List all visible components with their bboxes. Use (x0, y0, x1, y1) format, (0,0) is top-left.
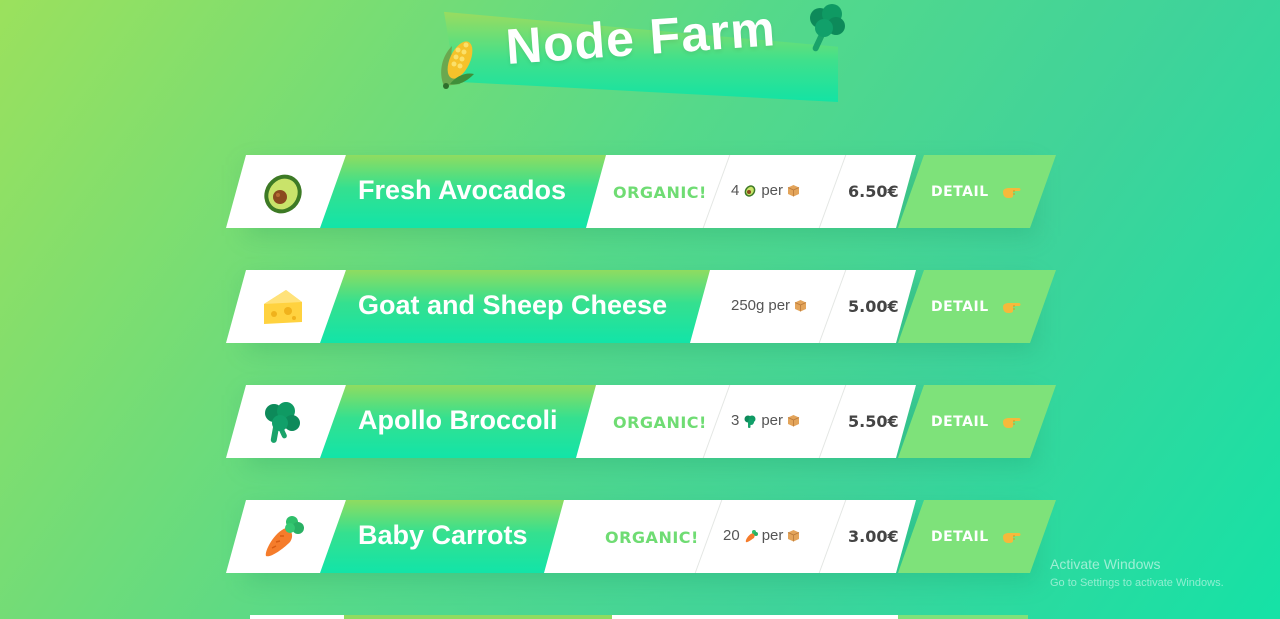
product-price: 3.00€ (848, 527, 899, 546)
pointing-hand-icon[interactable] (1002, 184, 1022, 200)
broccoli-icon (260, 399, 306, 445)
avocado-icon (260, 169, 306, 215)
product-name-panel: Goat and Sheep Cheese (320, 270, 716, 343)
detail-button-label[interactable]: DETAIL (931, 529, 989, 545)
product-card[interactable]: Goat and Sheep Cheese 250g per 5.00€ DET… (226, 270, 1056, 351)
broccoli-icon (744, 415, 756, 428)
pointing-hand-icon[interactable] (1002, 529, 1022, 545)
carrot-icon (745, 529, 758, 542)
activation-watermark-subtitle: Go to Settings to activate Windows. (1050, 577, 1224, 589)
broccoli-icon (810, 4, 845, 52)
product-price: 5.00€ (848, 297, 899, 316)
cheese-icon (260, 284, 306, 330)
page-header: Node Farm (440, 0, 860, 110)
product-name[interactable]: Goat and Sheep Cheese (358, 290, 667, 321)
product-card[interactable]: Apollo Broccoli ORGANIC! 3 per 5.50€ DET… (226, 385, 1056, 466)
pointing-hand-icon[interactable] (1002, 414, 1022, 430)
per-label: per (761, 412, 784, 429)
quantity-value: 3 (731, 412, 740, 429)
quantity-value: 250g (731, 297, 765, 314)
product-card[interactable]: Baby Carrots ORGANIC! 20 per 3.00€ DETAI… (226, 500, 1056, 581)
product-name[interactable]: Apollo Broccoli (358, 405, 558, 436)
detail-button[interactable] (898, 615, 1028, 619)
quantity-value: 4 (731, 182, 740, 199)
product-price: 6.50€ (848, 182, 899, 201)
package-icon (794, 300, 807, 312)
product-quantity: 250g per (731, 297, 807, 314)
product-quantity: 4 per (731, 182, 800, 199)
product-quantity: 20 per (723, 527, 800, 544)
detail-button-label[interactable]: DETAIL (931, 414, 989, 430)
carrot-icon (260, 514, 306, 560)
product-card[interactable]: Fresh Avocados ORGANIC! 4 per 6.50€ DETA… (226, 155, 1056, 236)
product-image (250, 615, 346, 619)
product-info-panel (612, 615, 898, 619)
pointing-hand-icon[interactable] (1002, 299, 1022, 315)
per-label: per (768, 297, 791, 314)
organic-badge: ORGANIC! (613, 413, 707, 432)
product-name-panel (344, 615, 612, 619)
package-icon (788, 530, 800, 542)
organic-badge: ORGANIC! (605, 528, 699, 547)
per-label: per (761, 527, 784, 544)
detail-button-label[interactable]: DETAIL (931, 299, 989, 315)
avocado-icon (744, 184, 756, 197)
package-icon (787, 185, 800, 197)
product-quantity: 3 per (731, 412, 800, 429)
package-icon (787, 415, 800, 427)
per-label: per (761, 182, 784, 199)
product-name[interactable]: Fresh Avocados (358, 175, 566, 206)
detail-button-label[interactable]: DETAIL (931, 184, 989, 200)
organic-badge: ORGANIC! (613, 183, 707, 202)
quantity-value: 20 (723, 527, 740, 544)
corn-icon (441, 41, 474, 89)
product-price: 5.50€ (848, 412, 899, 431)
product-card[interactable] (226, 615, 1056, 619)
product-name[interactable]: Baby Carrots (358, 520, 528, 551)
activation-watermark-title: Activate Windows (1050, 556, 1161, 572)
